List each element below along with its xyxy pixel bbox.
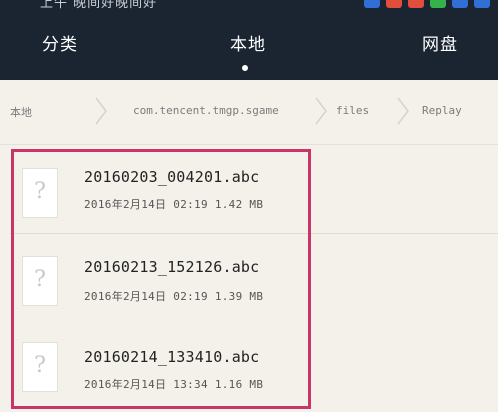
app-icon [430,0,446,8]
tab-local[interactable]: 本地 [188,30,308,55]
status-icons [364,0,490,8]
app-icon [386,0,402,8]
chevron-right-icon [396,96,410,126]
highlight-box [11,149,311,409]
breadcrumb-item-package[interactable]: com.tencent.tmgp.sgame [133,104,279,117]
status-text: 上午 晚间好晚间好 [40,0,158,11]
status-bar: 上午 晚间好晚间好 [0,0,498,12]
active-tab-indicator [242,65,248,71]
tab-category[interactable]: 分类 [0,30,120,55]
chevron-right-icon [314,96,328,126]
chevron-right-icon [94,96,108,126]
app-icon [452,0,468,8]
tab-cloud-drive[interactable]: 网盘 [380,30,498,55]
tab-bar: 分类 本地 网盘 [0,30,498,70]
breadcrumb-item-files[interactable]: files [336,104,369,117]
top-bar: 上午 晚间好晚间好 分类 本地 网盘 [0,0,498,80]
app-icon [408,0,424,8]
app-icon [474,0,490,8]
breadcrumb: 本地 com.tencent.tmgp.sgame files Replay [0,80,498,145]
breadcrumb-item-local[interactable]: 本地 [10,104,32,120]
breadcrumb-item-replay[interactable]: Replay [422,104,462,117]
app-icon [364,0,380,8]
